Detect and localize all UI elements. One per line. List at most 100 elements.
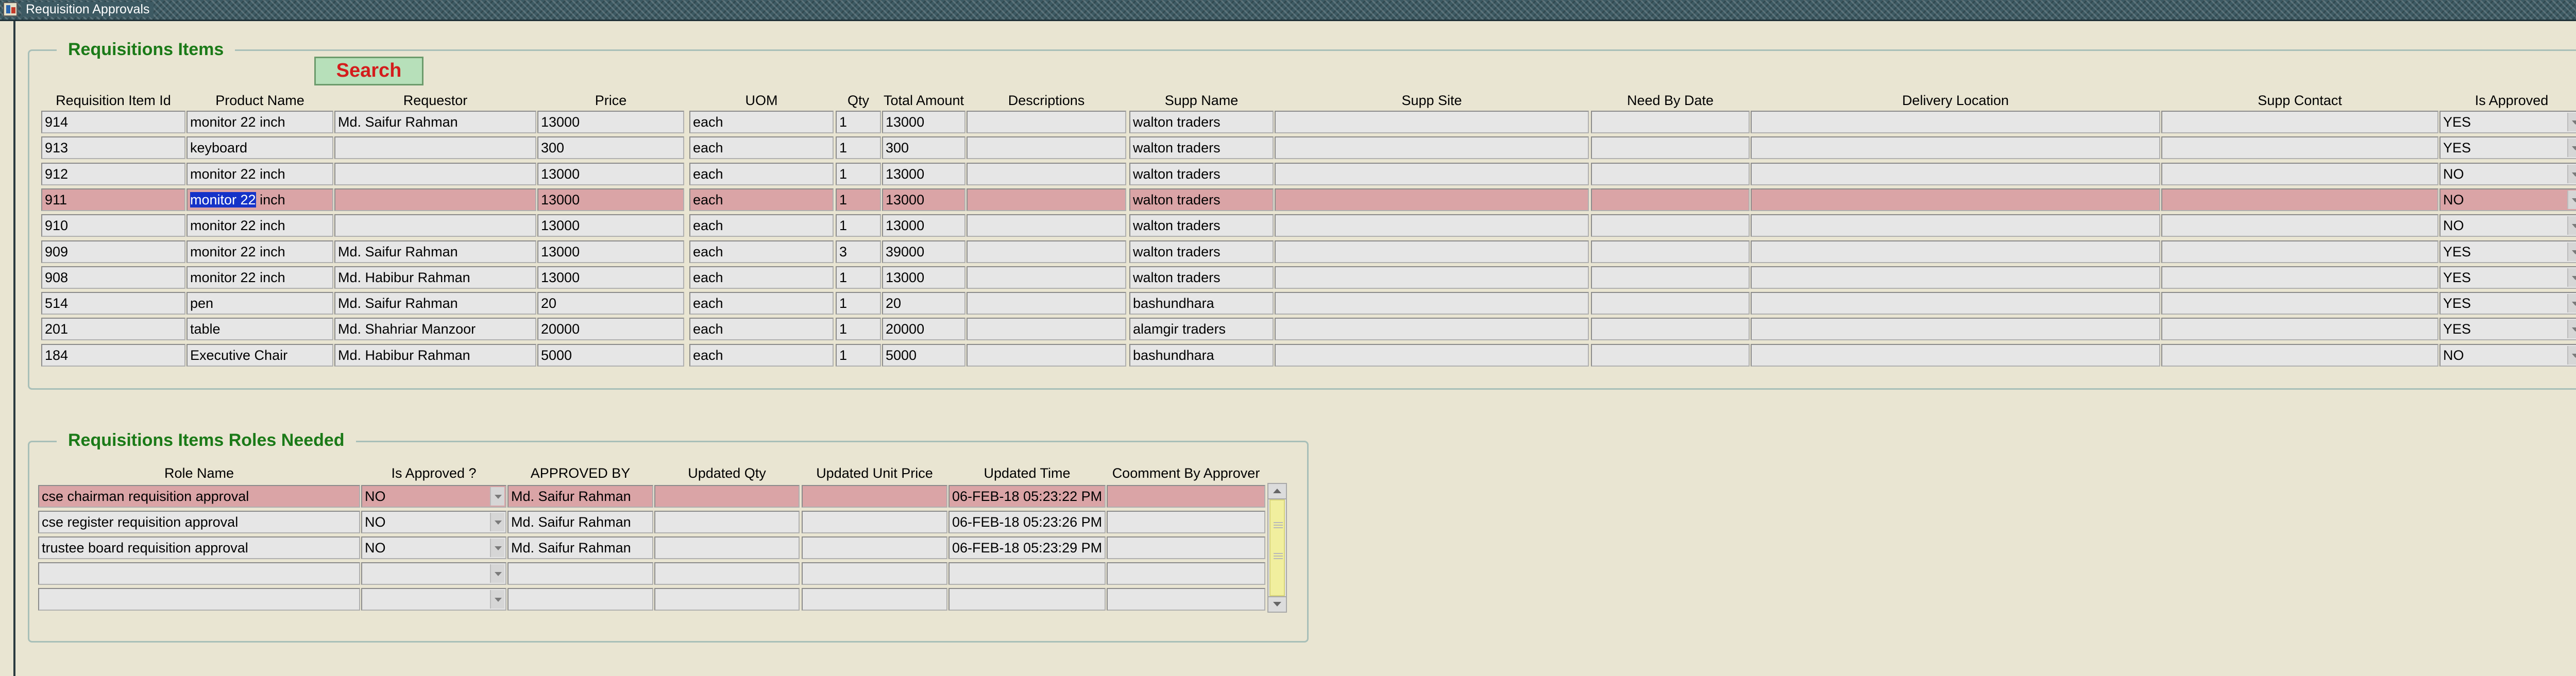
requisition-cell-need-by[interactable]: [1591, 266, 1750, 289]
requisition-cell-price[interactable]: 20000: [537, 318, 684, 340]
role-cell-upd-qty[interactable]: [654, 485, 800, 508]
chevron-down-icon[interactable]: [2567, 346, 2576, 365]
role-cell-comment[interactable]: [1107, 562, 1265, 585]
requisition-cell-uom[interactable]: each: [689, 136, 834, 159]
requisition-cell-qty[interactable]: 1: [836, 188, 881, 211]
requisition-cell-product[interactable]: monitor 22 inch: [187, 240, 333, 263]
requisition-cell-descriptions[interactable]: [967, 266, 1126, 289]
requisition-cell-uom[interactable]: each: [689, 163, 834, 185]
requisition-cell-total[interactable]: 13000: [882, 163, 965, 185]
role-cell-upd-price[interactable]: [802, 485, 947, 508]
role-cell-upd-qty[interactable]: [654, 536, 800, 559]
requisition-cell-approved[interactable]: NO: [2439, 214, 2576, 237]
requisition-cell-qty[interactable]: 1: [836, 266, 881, 289]
chevron-down-icon[interactable]: [490, 539, 504, 557]
requisition-cell-qty[interactable]: 1: [836, 318, 881, 340]
role-row[interactable]: [0, 562, 2576, 585]
requisition-cell-supp-contact[interactable]: [2161, 266, 2438, 289]
role-cell-upd-time[interactable]: 06-FEB-18 05:23:22 PM: [948, 485, 1106, 508]
requisition-cell-need-by[interactable]: [1591, 163, 1750, 185]
role-cell-approved-by[interactable]: Md. Saifur Rahman: [507, 511, 653, 533]
chevron-down-icon[interactable]: [2567, 294, 2576, 313]
requisition-cell-approved[interactable]: YES: [2439, 266, 2576, 289]
requisition-cell-supp-name[interactable]: walton traders: [1129, 266, 1274, 289]
requisition-cell-qty[interactable]: 1: [836, 111, 881, 133]
role-cell-comment[interactable]: [1107, 485, 1265, 508]
requisition-cell-delivery[interactable]: [1751, 111, 2160, 133]
requisition-cell-requestor[interactable]: [334, 163, 536, 185]
requisition-cell-requestor[interactable]: Md. Habibur Rahman: [334, 266, 536, 289]
role-cell-approved[interactable]: NO: [361, 536, 506, 559]
role-cell-role[interactable]: [38, 562, 360, 585]
requisition-cell-approved[interactable]: YES: [2439, 111, 2576, 133]
requisition-cell-approved[interactable]: YES: [2439, 240, 2576, 263]
chevron-down-icon[interactable]: [2567, 165, 2576, 183]
role-cell-role[interactable]: [38, 588, 360, 611]
requisition-cell-need-by[interactable]: [1591, 318, 1750, 340]
requisition-cell-id[interactable]: 914: [41, 111, 185, 133]
requisition-cell-supp-contact[interactable]: [2161, 188, 2438, 211]
role-cell-upd-qty[interactable]: [654, 511, 800, 533]
requisition-cell-qty[interactable]: 1: [836, 214, 881, 237]
role-cell-approved-by[interactable]: [507, 562, 653, 585]
requisition-cell-delivery[interactable]: [1751, 318, 2160, 340]
role-cell-upd-price[interactable]: [802, 588, 947, 611]
requisition-cell-uom[interactable]: each: [689, 214, 834, 237]
chevron-down-icon[interactable]: [2567, 242, 2576, 261]
requisition-cell-price[interactable]: 13000: [537, 240, 684, 263]
chevron-down-icon[interactable]: [2567, 190, 2576, 209]
role-cell-upd-time[interactable]: 06-FEB-18 05:23:29 PM: [948, 536, 1106, 559]
requisition-cell-requestor[interactable]: Md. Shahriar Manzoor: [334, 318, 536, 340]
requisition-cell-supp-name[interactable]: bashundhara: [1129, 344, 1274, 367]
requisition-row[interactable]: 908 monitor 22 inch Md. Habibur Rahman 1300…: [0, 266, 2576, 289]
roles-scrollbar[interactable]: [1267, 483, 1287, 613]
requisition-cell-price[interactable]: 20: [537, 292, 684, 315]
requisition-cell-approved[interactable]: NO: [2439, 344, 2576, 367]
requisition-cell-qty[interactable]: 1: [836, 163, 881, 185]
requisition-cell-qty[interactable]: 1: [836, 292, 881, 315]
role-cell-upd-time[interactable]: 06-FEB-18 05:23:26 PM: [948, 511, 1106, 533]
role-cell-upd-time[interactable]: [948, 588, 1106, 611]
requisition-cell-supp-contact[interactable]: [2161, 163, 2438, 185]
requisition-cell-descriptions[interactable]: [967, 292, 1126, 315]
window-title-bar[interactable]: Requisition Approvals: [0, 0, 2576, 21]
role-cell-approved[interactable]: [361, 562, 506, 585]
chevron-down-icon[interactable]: [490, 487, 504, 506]
role-cell-role[interactable]: cse register requisition approval: [38, 511, 360, 533]
requisition-cell-supp-name[interactable]: bashundhara: [1129, 292, 1274, 315]
requisition-cell-product[interactable]: monitor 22 inch: [187, 214, 333, 237]
role-cell-approved[interactable]: NO: [361, 485, 506, 508]
requisition-cell-uom[interactable]: each: [689, 292, 834, 315]
requisition-cell-price[interactable]: 5000: [537, 344, 684, 367]
requisition-cell-supp-site[interactable]: [1275, 136, 1589, 159]
chevron-down-icon[interactable]: [2567, 216, 2576, 235]
requisition-row[interactable]: 911 monitor 22 inch 13000 each 1 13000 walton …: [0, 188, 2576, 211]
requisition-row[interactable]: 910 monitor 22 inch 13000 each 1 13000 walton …: [0, 214, 2576, 237]
requisition-cell-uom[interactable]: each: [689, 266, 834, 289]
requisition-cell-total[interactable]: 300: [882, 136, 965, 159]
chevron-down-icon[interactable]: [2567, 138, 2576, 157]
requisition-cell-product[interactable]: table: [187, 318, 333, 340]
requisition-cell-supp-site[interactable]: [1275, 240, 1589, 263]
requisition-cell-supp-contact[interactable]: [2161, 240, 2438, 263]
requisition-cell-supp-name[interactable]: walton traders: [1129, 136, 1274, 159]
requisition-cell-supp-site[interactable]: [1275, 318, 1589, 340]
requisition-cell-delivery[interactable]: [1751, 344, 2160, 367]
requisition-cell-supp-contact[interactable]: [2161, 136, 2438, 159]
requisition-cell-price[interactable]: 13000: [537, 188, 684, 211]
requisition-cell-delivery[interactable]: [1751, 266, 2160, 289]
requisition-cell-need-by[interactable]: [1591, 188, 1750, 211]
requisition-cell-supp-name[interactable]: walton traders: [1129, 111, 1274, 133]
requisition-cell-product[interactable]: monitor 22 inch: [187, 163, 333, 185]
requisition-cell-supp-site[interactable]: [1275, 214, 1589, 237]
role-cell-approved[interactable]: [361, 588, 506, 611]
requisition-cell-uom[interactable]: each: [689, 111, 834, 133]
chevron-down-icon[interactable]: [490, 513, 504, 531]
role-cell-approved-by[interactable]: Md. Saifur Rahman: [507, 485, 653, 508]
chevron-down-icon[interactable]: [2567, 268, 2576, 287]
role-cell-upd-price[interactable]: [802, 511, 947, 533]
chevron-down-icon[interactable]: [2567, 320, 2576, 338]
requisition-cell-need-by[interactable]: [1591, 344, 1750, 367]
requisition-cell-descriptions[interactable]: [967, 163, 1126, 185]
requisition-row[interactable]: 909 monitor 22 inch Md. Saifur Rahman 13000…: [0, 240, 2576, 263]
